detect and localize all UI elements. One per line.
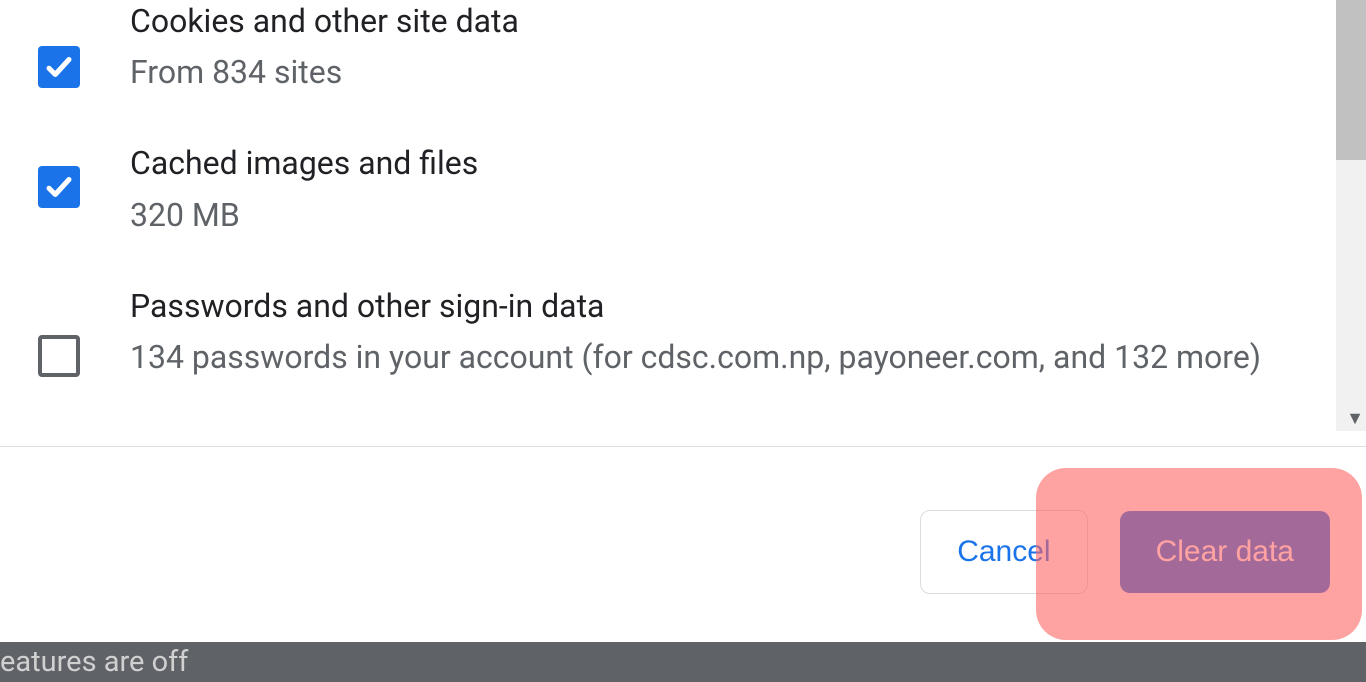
- cancel-button[interactable]: Cancel: [920, 510, 1087, 594]
- option-cookies: Cookies and other site data From 834 sit…: [0, 0, 1304, 98]
- option-cached-subtitle: 320 MB: [130, 190, 1264, 241]
- scrollbar-thumb[interactable]: [1336, 0, 1366, 160]
- footer-text: eatures are off: [0, 645, 188, 679]
- dialog-buttons: Cancel Clear data: [0, 510, 1330, 594]
- option-cookies-subtitle: From 834 sites: [130, 47, 1264, 98]
- dialog-scroll-area[interactable]: Cookies and other site data From 834 sit…: [0, 0, 1304, 431]
- option-passwords-text: Passwords and other sign-in data 134 pas…: [130, 285, 1304, 383]
- divider: [0, 446, 1366, 447]
- option-passwords: Passwords and other sign-in data 134 pas…: [0, 241, 1304, 383]
- option-cached: Cached images and files 320 MB: [0, 98, 1304, 240]
- checkmark-icon: [44, 172, 74, 202]
- option-cached-title: Cached images and files: [130, 142, 1264, 185]
- checkmark-icon: [44, 52, 74, 82]
- checkbox-passwords[interactable]: [38, 335, 80, 377]
- option-passwords-subtitle: 134 passwords in your account (for cdsc.…: [130, 332, 1264, 383]
- clear-data-button[interactable]: Clear data: [1120, 511, 1330, 593]
- checkbox-cookies[interactable]: [38, 46, 80, 88]
- background-footer: eatures are off: [0, 642, 1366, 682]
- option-passwords-title: Passwords and other sign-in data: [130, 285, 1264, 328]
- option-cookies-text: Cookies and other site data From 834 sit…: [130, 0, 1304, 98]
- option-cached-text: Cached images and files 320 MB: [130, 142, 1304, 240]
- checkbox-cached[interactable]: [38, 166, 80, 208]
- scroll-down-icon[interactable]: ▼: [1346, 408, 1364, 429]
- option-cookies-title: Cookies and other site data: [130, 0, 1264, 43]
